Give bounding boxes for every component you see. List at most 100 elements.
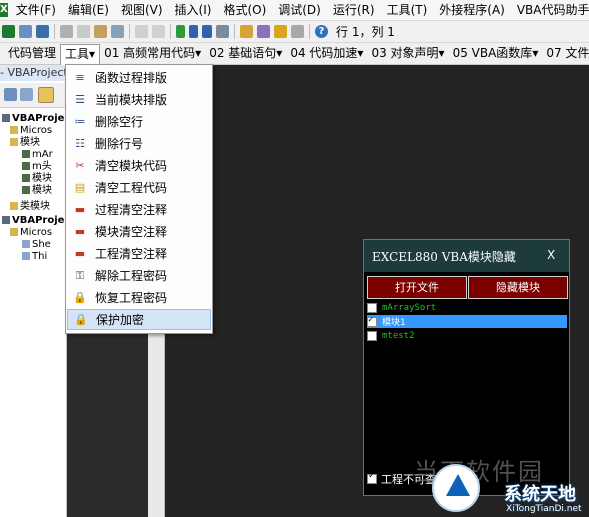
reset-icon[interactable] (202, 25, 212, 38)
properties-icon[interactable] (257, 25, 270, 38)
toolbox-icon[interactable] (291, 25, 304, 38)
menu-debug[interactable]: 调试(D) (272, 0, 327, 20)
menu-item-remove-password[interactable]: ⚿ 解除工程密码 (67, 265, 211, 286)
module-icon (22, 150, 30, 158)
menu-vba-helper[interactable]: VBA代码助手 (511, 0, 589, 20)
find-icon[interactable] (111, 25, 124, 38)
tree-node[interactable]: 模块 (22, 173, 52, 185)
menu-format[interactable]: 格式(O) (217, 0, 272, 20)
menu-item-clear-module-code[interactable]: ✂ 清空模块代码 (67, 155, 211, 176)
addin-frequent-code[interactable]: 01 高频常用代码▾ (100, 44, 205, 63)
menu-item-label: 解除工程密码 (95, 269, 168, 283)
tree-node[interactable]: 类模块 (10, 201, 50, 213)
addin-code-manager[interactable]: 代码管理 (4, 44, 60, 63)
module-list-item[interactable]: mtest2 (367, 329, 567, 342)
menu-item-clear-procedure-comments[interactable]: ▬ 过程清空注释 (67, 199, 211, 220)
menu-file[interactable]: 文件(F) (10, 0, 62, 20)
menu-item-label: 删除行号 (95, 137, 144, 151)
run-icon[interactable] (176, 25, 185, 38)
menu-item-restore-password[interactable]: 🔒 恢复工程密码 (67, 287, 211, 308)
chevron-down-icon: ▾ (357, 46, 364, 60)
tree-node[interactable]: Micros (10, 227, 52, 239)
view-object-icon[interactable] (20, 88, 33, 101)
chevron-down-icon: ▾ (276, 46, 283, 60)
hide-module-button[interactable]: 隐藏模块 (468, 276, 568, 299)
excel-app-icon[interactable]: X (0, 3, 8, 17)
redo-icon[interactable] (152, 25, 165, 38)
chevron-down-icon: ▾ (438, 46, 445, 60)
object-browser-icon[interactable] (274, 25, 287, 38)
menu-item-label: 保护加密 (96, 313, 145, 327)
tree-node[interactable]: 模块 (22, 185, 52, 197)
menu-item-delete-line-numbers[interactable]: ☷ 删除行号 (67, 133, 211, 154)
tree-node[interactable]: VBAProje (2, 113, 64, 125)
view-code-icon[interactable] (4, 88, 17, 101)
tree-node[interactable]: She (22, 239, 51, 251)
module-list-item[interactable]: 模块1 (367, 315, 567, 328)
menu-item-format-module[interactable]: ☰ 当前模块排版 (67, 89, 211, 110)
menu-item-clear-project-code[interactable]: ▤ 清空工程代码 (67, 177, 211, 198)
delete-blank-lines-icon: ≔ (74, 115, 86, 128)
open-file-button[interactable]: 打开文件 (367, 276, 467, 299)
menu-edit[interactable]: 编辑(E) (62, 0, 115, 20)
module-checkbox[interactable] (367, 315, 377, 327)
tree-node[interactable]: mAr (22, 149, 53, 161)
insert-module-icon[interactable] (19, 25, 32, 38)
help-icon[interactable]: ? (315, 25, 328, 38)
module-checkbox[interactable] (367, 330, 377, 341)
menu-bar: X 文件(F) 编辑(E) 视图(V) 插入(I) 格式(O) 调试(D) 运行… (0, 0, 589, 21)
lock-icon: 🔒 (74, 313, 88, 326)
tree-node[interactable]: 模块 (10, 137, 40, 149)
module-checkbox[interactable] (367, 302, 377, 313)
menu-item-delete-blank-lines[interactable]: ≔ 删除空行 (67, 111, 211, 132)
addin-code-speedup[interactable]: 04 代码加速▾ (286, 44, 367, 63)
menu-tools[interactable]: 工具(T) (381, 0, 434, 20)
toggle-folders-icon[interactable] (38, 87, 54, 103)
toolbar-divider (129, 24, 130, 39)
toolbar-divider (234, 24, 235, 39)
panel-header: EXCEL880 VBA模块隐藏 X (364, 240, 569, 272)
menu-addins[interactable]: 外接程序(A) (433, 0, 511, 20)
addin-basic-statements-label: 02 基础语句 (209, 46, 277, 60)
explorer-toolbar (0, 83, 66, 108)
project-explorer-icon[interactable] (240, 25, 253, 38)
close-button[interactable]: X (547, 248, 555, 262)
design-mode-icon[interactable] (216, 25, 229, 38)
tree-node[interactable]: Thi (22, 251, 47, 263)
undo-icon[interactable] (135, 25, 148, 38)
addin-code-speedup-label: 04 代码加速 (290, 46, 358, 60)
view-excel-icon[interactable] (2, 25, 15, 38)
addin-object-declare[interactable]: 03 对象声明▾ (367, 44, 448, 63)
module-list-item[interactable]: mArraySort (367, 301, 567, 314)
tree-node[interactable]: m头 (22, 161, 52, 173)
cursor-position: 行 1，列 1 (336, 25, 395, 39)
break-icon[interactable] (189, 25, 198, 38)
folder-icon (10, 202, 18, 210)
tree-node[interactable]: Micros (10, 125, 52, 137)
clear-module-icon: ✂ (75, 159, 85, 172)
addin-object-declare-label: 03 对象声明 (371, 46, 439, 60)
workbook-icon (22, 252, 30, 260)
lock-project-checkbox[interactable]: ✓ (367, 471, 377, 484)
addin-tools-menu[interactable]: 工具▾ (60, 43, 101, 65)
addin-function-library[interactable]: 05 VBA函数库▾ (449, 44, 543, 63)
menu-item-protect-encrypt[interactable]: 🔒 保护加密 (67, 309, 211, 330)
menu-item-label: 清空模块代码 (95, 159, 168, 173)
menu-view[interactable]: 视图(V) (115, 0, 169, 20)
menu-item-clear-module-comments[interactable]: ▬ 模块清空注释 (67, 221, 211, 242)
tree-label: Micros (20, 125, 53, 136)
paste-icon[interactable] (94, 25, 107, 38)
copy-icon[interactable] (77, 25, 90, 38)
addin-file-handling[interactable]: 07 文件处理 (542, 44, 589, 63)
module-name: mArraySort (382, 302, 437, 313)
menu-run[interactable]: 运行(R) (327, 0, 381, 20)
watermark-site-name: 系统天地 (504, 484, 576, 505)
clear-comments-icon: ▬ (74, 203, 86, 216)
save-icon[interactable] (36, 25, 49, 38)
menu-item-sort-procedures[interactable]: ≡ 函数过程排版 (67, 67, 211, 88)
tree-node[interactable]: VBAProje (2, 215, 64, 227)
cut-icon[interactable] (60, 25, 73, 38)
menu-insert[interactable]: 插入(I) (169, 0, 218, 20)
menu-item-clear-project-comments[interactable]: ▬ 工程清空注释 (67, 243, 211, 264)
addin-basic-statements[interactable]: 02 基础语句▾ (205, 44, 286, 63)
